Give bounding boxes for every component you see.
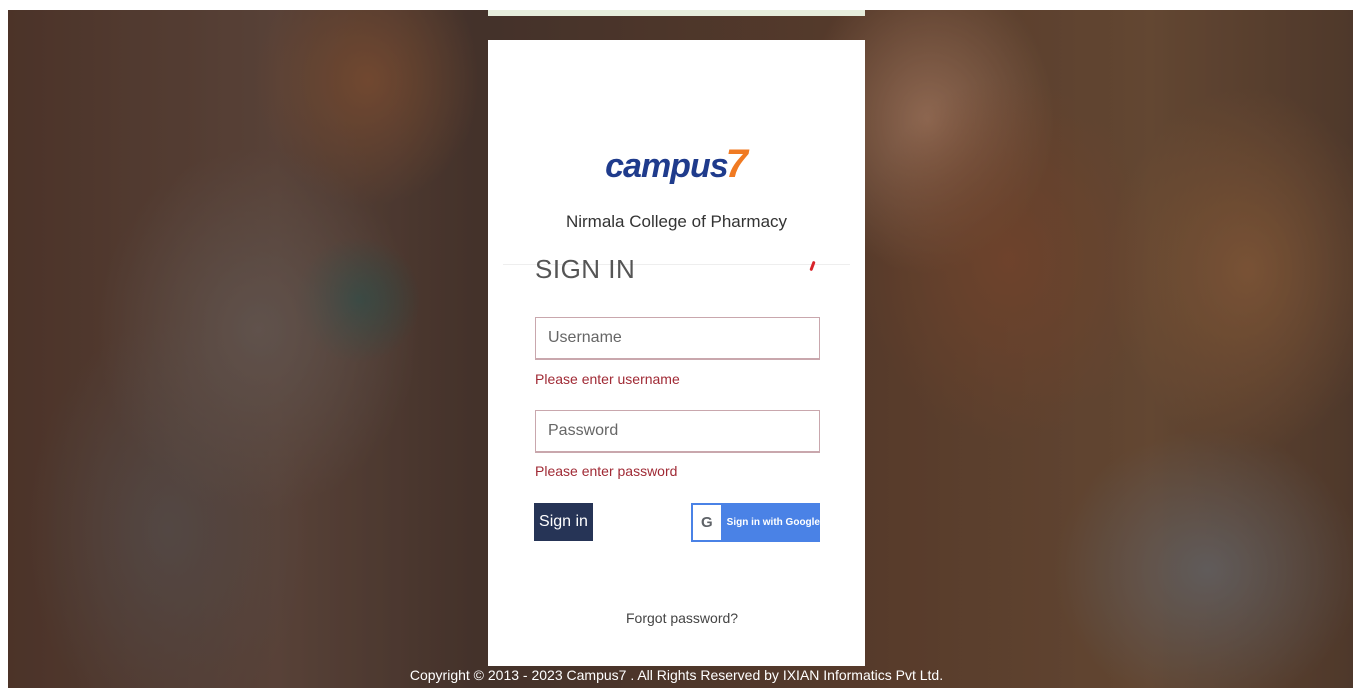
campus7-logo: campus7 (488, 142, 865, 192)
signin-title: SIGN IN (535, 254, 636, 284)
forgot-password-link[interactable]: Forgot password? (626, 610, 738, 626)
logo-text: campus (605, 147, 728, 185)
signin-button[interactable]: Sign in (534, 503, 593, 541)
google-signin-button[interactable]: G Sign in with Google (691, 503, 820, 542)
username-error: Please enter username (535, 371, 680, 387)
password-error: Please enter password (535, 463, 678, 479)
college-name: Nirmala College of Pharmacy (565, 212, 788, 231)
logo-digit: 7 (725, 142, 748, 186)
google-icon: G (693, 505, 721, 540)
copyright-text: Copyright © 2013 - 2023 Campus7 . All Ri… (409, 667, 944, 683)
username-input[interactable] (535, 317, 820, 360)
top-strip (488, 10, 865, 16)
google-signin-label: Sign in with Google (726, 517, 820, 528)
password-input[interactable] (535, 410, 820, 453)
